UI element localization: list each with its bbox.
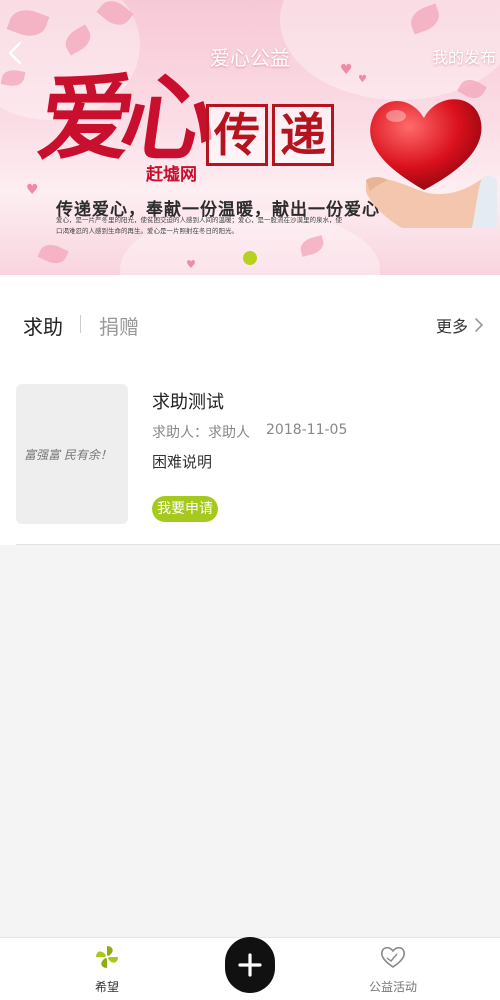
banner-brand: 赶墟网	[146, 165, 197, 185]
seal-char: 递	[272, 104, 334, 166]
plus-icon	[238, 953, 262, 977]
heart-hands-icon	[381, 946, 405, 968]
nav-item-hope[interactable]: 希望	[57, 944, 157, 995]
banner-seal: 传递	[206, 104, 338, 166]
heart-in-hand-icon	[366, 99, 497, 228]
nav-item-activities[interactable]: 公益活动	[343, 944, 443, 995]
item-requester: 求助人：求助人	[152, 425, 250, 441]
heart-decoration-icon: ♥	[186, 258, 196, 271]
list-item[interactable]: 富强富 民有余！ 求助测试 求助人：求助人 2018-11-05 困难说明 我要…	[0, 370, 500, 545]
more-button[interactable]: 更多	[436, 313, 484, 337]
carousel-indicator[interactable]	[243, 251, 257, 265]
add-button[interactable]	[225, 937, 275, 993]
tab-donate[interactable]: 捐赠	[99, 311, 139, 340]
heart-decoration-icon: ♥	[26, 182, 39, 198]
banner[interactable]: ♥ ♥ ♥ ♥ ♥ 爱心 传递 赶墟网 传递爱心，奉献一份温暖，献出一份爱心 爱…	[0, 0, 500, 275]
tab-divider	[80, 315, 81, 333]
apply-button[interactable]: 我要申请	[152, 496, 218, 522]
tab-bar: 求助 捐赠 更多	[0, 275, 500, 370]
pinwheel-icon	[96, 946, 118, 968]
nav-label: 公益活动	[368, 980, 417, 994]
item-thumbnail: 富强富 民有余！	[16, 384, 128, 524]
nav-label: 希望	[94, 980, 119, 994]
banner-calligraphy: 爱心	[32, 64, 212, 174]
petal-decoration	[37, 240, 69, 268]
banner-description: 爱心，是一片严冬里的阳光，使贫困交迫的人感到人间的温暖；爱心，是一股流在沙漠里的…	[56, 216, 342, 235]
my-posts-button[interactable]: 我的发布	[432, 44, 496, 68]
tab-help[interactable]: 求助	[23, 311, 63, 340]
item-date: 2018-11-05	[266, 422, 348, 438]
thumbnail-handwriting: 富强富 民有余！	[24, 448, 112, 462]
item-description: 困难说明	[152, 453, 213, 471]
divider	[16, 544, 500, 545]
more-label: 更多	[435, 317, 468, 336]
item-title: 求助测试	[152, 392, 224, 413]
page-title: 爱心公益	[210, 46, 290, 70]
heart-decoration-icon: ♥	[358, 74, 367, 85]
chevron-right-icon	[475, 318, 484, 332]
seal-char: 传	[206, 104, 268, 166]
